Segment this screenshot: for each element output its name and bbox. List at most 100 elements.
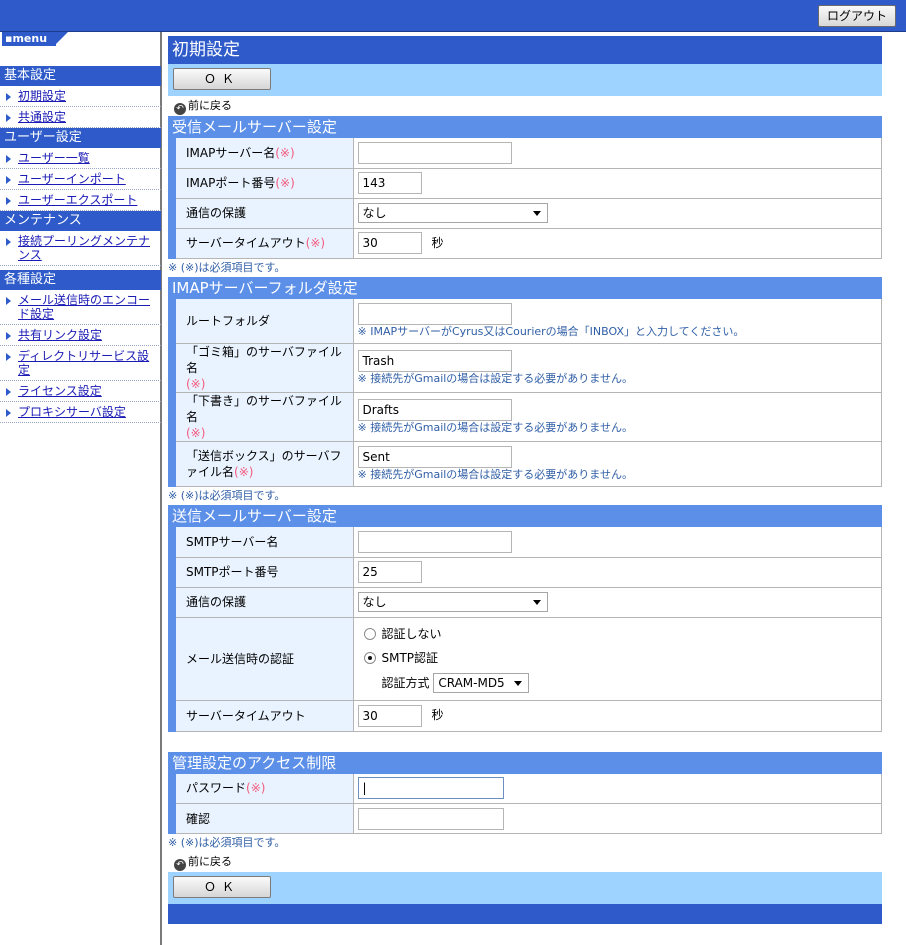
arrow-icon bbox=[6, 409, 11, 417]
ok-button-bottom[interactable]: ＯＫ bbox=[173, 876, 271, 898]
sidebar-item-label[interactable]: ディレクトリサービス設定 bbox=[18, 349, 149, 377]
section-smtp: SMTPサーバー名 SMTPポート番号 25 通信の保護 なし メール送信時の認… bbox=[168, 527, 882, 732]
sidebar-item-label[interactable]: メール送信時のエンコード設定 bbox=[18, 293, 150, 321]
sidebar-item-proxy[interactable]: プロキシサーバ設定 bbox=[0, 402, 161, 423]
arrow-icon bbox=[6, 332, 11, 340]
section-title-imap: 受信メールサーバー設定 bbox=[168, 116, 882, 138]
smtp-timeout-label: サーバータイムアウト bbox=[176, 700, 354, 732]
smtp-timeout-input[interactable]: 30 bbox=[357, 704, 422, 727]
imap-port-input[interactable]: 143 bbox=[357, 172, 422, 194]
sidebar-item-label[interactable]: 共有リンク設定 bbox=[18, 328, 102, 342]
sidebar-item-label[interactable]: ユーザー一覧 bbox=[18, 151, 90, 165]
sidebar-item-label[interactable]: ユーザーインポート bbox=[18, 172, 126, 186]
seconds-unit: 秒 bbox=[431, 235, 444, 250]
auth-smtp-option[interactable]: SMTP認証 bbox=[363, 646, 882, 670]
trash-folder-hint: ※ 接続先がGmailの場合は設定する必要がありません。 bbox=[357, 372, 633, 385]
confirm-label: 確認 bbox=[176, 803, 354, 834]
back-link-bottom[interactable]: ↶ 前に戻る bbox=[168, 852, 882, 872]
chevron-down-icon bbox=[532, 600, 541, 605]
section-folders: ルートフォルダ ※ IMAPサーバーがCyrus又はCourierの場合「INB… bbox=[168, 298, 882, 487]
imap-timeout-input[interactable]: 30 bbox=[357, 232, 422, 254]
password-label: パスワード(※) bbox=[176, 773, 354, 804]
auth-method-label: 認証方式 bbox=[381, 675, 430, 690]
trash-folder-input[interactable]: Trash bbox=[357, 350, 512, 372]
imap-security-label: 通信の保護 bbox=[176, 198, 354, 229]
smtp-server-label: SMTPサーバー名 bbox=[176, 527, 354, 558]
root-folder-input[interactable] bbox=[357, 302, 512, 325]
sidebar-item-label[interactable]: 接続プーリングメンテナンス bbox=[18, 234, 150, 262]
smtp-security-select[interactable]: なし bbox=[357, 592, 548, 612]
sidebar-item-initial-settings[interactable]: 初期設定 bbox=[0, 86, 161, 107]
section-access: パスワード(※) | 確認 bbox=[168, 773, 882, 834]
auth-none-radio[interactable] bbox=[363, 627, 376, 640]
arrow-icon bbox=[6, 297, 11, 305]
back-icon: ↶ bbox=[174, 103, 186, 115]
imap-security-select[interactable]: なし bbox=[357, 203, 548, 223]
ok-bar-bottom: ＯＫ bbox=[168, 872, 882, 904]
confirm-input[interactable] bbox=[357, 807, 504, 830]
sent-folder-label: 「送信ボックス」のサーバファイル名(※) bbox=[176, 441, 354, 487]
sidebar-item-label[interactable]: 共通設定 bbox=[18, 110, 66, 124]
back-link[interactable]: ↶ 前に戻る bbox=[168, 96, 882, 116]
smtp-auth-label: メール送信時の認証 bbox=[176, 617, 354, 701]
arrow-icon bbox=[6, 176, 11, 184]
imap-server-label: IMAPサーバー名(※) bbox=[176, 138, 354, 169]
ok-button[interactable]: ＯＫ bbox=[173, 68, 271, 90]
section-title-smtp: 送信メールサーバー設定 bbox=[168, 505, 882, 527]
sidebar-item-common-settings[interactable]: 共通設定 bbox=[0, 107, 161, 128]
menu-logo: ▪menu bbox=[0, 32, 160, 46]
auth-method-row: 認証方式 CRAM-MD5 bbox=[364, 670, 882, 696]
ok-bar-top: ＯＫ bbox=[168, 64, 882, 96]
back-link-label[interactable]: 前に戻る bbox=[188, 855, 232, 868]
arrow-icon bbox=[6, 155, 11, 163]
drafts-folder-input[interactable]: Drafts bbox=[357, 399, 512, 421]
menu-logo-label: ▪menu bbox=[2, 32, 56, 46]
sent-folder-input[interactable]: Sent bbox=[357, 446, 512, 468]
logout-button[interactable]: ログアウト bbox=[818, 5, 896, 27]
auth-none-option[interactable]: 認証しない bbox=[363, 622, 882, 646]
section-title-access: 管理設定のアクセス制限 bbox=[168, 751, 882, 774]
menu-logo-tail bbox=[54, 32, 68, 46]
required-note: ※ (※)は必須項目です。 bbox=[168, 489, 286, 502]
sidebar-section-misc: 各種設定 bbox=[0, 270, 161, 290]
top-bar: ログアウト bbox=[0, 0, 906, 32]
sidebar-item-user-export[interactable]: ユーザーエクスポート bbox=[0, 190, 161, 211]
sidebar-item-directory-service[interactable]: ディレクトリサービス設定 bbox=[0, 346, 161, 381]
auth-method-select[interactable]: CRAM-MD5 bbox=[433, 673, 530, 693]
smtp-port-label: SMTPポート番号 bbox=[176, 557, 354, 588]
arrow-icon bbox=[6, 353, 11, 361]
sidebar-item-label[interactable]: ユーザーエクスポート bbox=[18, 193, 137, 207]
seconds-unit: 秒 bbox=[431, 708, 444, 722]
password-input[interactable]: | bbox=[357, 777, 504, 800]
sidebar-item-label[interactable]: 初期設定 bbox=[18, 89, 66, 103]
back-icon: ↶ bbox=[174, 859, 186, 871]
sidebar-item-label[interactable]: プロキシサーバ設定 bbox=[18, 405, 126, 419]
bottom-bar bbox=[168, 904, 882, 924]
smtp-port-input[interactable]: 25 bbox=[357, 561, 422, 583]
arrow-icon bbox=[6, 93, 11, 101]
arrow-icon bbox=[6, 114, 11, 122]
sidebar-item-mail-encoding[interactable]: メール送信時のエンコード設定 bbox=[0, 290, 161, 325]
drafts-folder-label: 「下書き」のサーバファイル名 (※) bbox=[176, 392, 354, 442]
drafts-folder-hint: ※ 接続先がGmailの場合は設定する必要がありません。 bbox=[357, 421, 633, 434]
auth-smtp-radio[interactable] bbox=[363, 651, 376, 664]
smtp-server-input[interactable] bbox=[357, 530, 512, 553]
sidebar-item-pooling-maintenance[interactable]: 接続プーリングメンテナンス bbox=[0, 231, 161, 266]
root-folder-label: ルートフォルダ bbox=[176, 298, 354, 344]
sidebar-item-user-list[interactable]: ユーザー一覧 bbox=[0, 148, 161, 169]
trash-folder-label: 「ゴミ箱」のサーバファイル名 (※) bbox=[176, 343, 354, 393]
section-title-folders: IMAPサーバーフォルダ設定 bbox=[168, 276, 882, 299]
sent-folder-hint: ※ 接続先がGmailの場合は設定する必要がありません。 bbox=[357, 468, 633, 481]
sidebar-section-basic: 基本設定 bbox=[0, 66, 161, 86]
sidebar-item-license[interactable]: ライセンス設定 bbox=[0, 381, 161, 402]
sidebar-section-user: ユーザー設定 bbox=[0, 128, 161, 148]
sidebar-item-shared-link[interactable]: 共有リンク設定 bbox=[0, 325, 161, 346]
imap-server-input[interactable] bbox=[357, 141, 512, 164]
main-content: 初期設定 ＯＫ ↶ 前に戻る 受信メールサーバー設定 IMAPサーバー名(※) I… bbox=[168, 36, 882, 924]
sidebar-item-label[interactable]: ライセンス設定 bbox=[18, 384, 102, 398]
sidebar-item-user-import[interactable]: ユーザーインポート bbox=[0, 169, 161, 190]
sidebar: 基本設定 初期設定 共通設定 ユーザー設定 ユーザー一覧 ユーザーインポート ユ… bbox=[0, 66, 161, 423]
back-link-label[interactable]: 前に戻る bbox=[188, 99, 232, 112]
arrow-icon bbox=[6, 197, 11, 205]
